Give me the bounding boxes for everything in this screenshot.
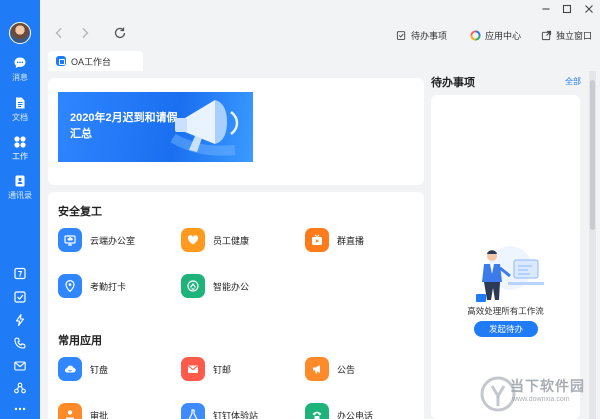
watermark-text: 当下软件园: [510, 378, 585, 394]
org-icon[interactable]: [13, 381, 27, 395]
app-ding-mail[interactable]: 钉邮: [181, 356, 231, 382]
app-approval[interactable]: 审批: [58, 402, 108, 419]
sidebar-item-label: 工作: [12, 152, 28, 161]
app-smart-office[interactable]: 智能办公: [181, 273, 249, 299]
mail-icon: [188, 365, 198, 373]
checkbox-icon[interactable]: [13, 290, 27, 304]
megaphone-icon: [170, 100, 239, 156]
approval-stamp-icon: [66, 410, 74, 419]
todo-description: 高效处理所有工作流: [467, 306, 544, 316]
app-attendance[interactable]: 考勤打卡: [58, 273, 126, 299]
phone-icon: [312, 411, 322, 419]
maximize-button[interactable]: [561, 3, 573, 15]
more-icon[interactable]: [13, 402, 27, 416]
cloud-disk-icon: [64, 365, 76, 373]
forward-button[interactable]: [78, 26, 92, 40]
person-at-desk-illustration: [476, 246, 544, 302]
announcement-banner[interactable]: 2020年2月迟到和请假汇总: [58, 92, 253, 162]
app-announcement[interactable]: 公告: [305, 356, 355, 382]
create-todo-button[interactable]: 发起待办: [474, 321, 538, 337]
refresh-button[interactable]: [113, 26, 127, 40]
megaphone-icon: [313, 365, 320, 374]
smart-office-icon: [187, 280, 199, 292]
minimize-button[interactable]: [540, 3, 552, 15]
edit-checkbox-icon: [396, 30, 406, 40]
workbench-icon: [56, 56, 66, 66]
app-employee-health[interactable]: 员工健康: [181, 227, 249, 253]
heart-icon: [187, 235, 199, 245]
location-pin-icon: [65, 280, 75, 293]
sidebar-item-label: 消息: [12, 73, 28, 82]
cloud-office-icon: [64, 235, 76, 246]
workbench-icon: [14, 136, 26, 148]
standalone-window-link[interactable]: 独立窗口: [541, 28, 592, 42]
flask-icon: [188, 409, 198, 419]
calendar-icon[interactable]: [13, 266, 27, 280]
scrollbar-thumb[interactable]: [590, 80, 595, 230]
section-title-safe-return: 安全复工: [58, 206, 102, 218]
sidebar-item-work[interactable]: 工作: [0, 135, 40, 171]
app-office-phone[interactable]: 办公电话: [305, 402, 373, 419]
sidebar-item-messages[interactable]: 消息: [0, 56, 40, 92]
sidebar-item-label: 文档: [12, 113, 28, 122]
todo-link[interactable]: 待办事项: [396, 28, 447, 42]
back-button[interactable]: [52, 26, 66, 40]
maximize-icon: [562, 4, 572, 14]
minimize-icon: [542, 8, 550, 10]
app-center-link[interactable]: 应用中心: [470, 28, 521, 42]
sidebar-item-label: 通讯录: [8, 191, 32, 200]
app-ding-disk[interactable]: 钉盘: [58, 356, 108, 382]
app-cloud-office[interactable]: 云端办公室: [58, 227, 135, 253]
chevron-left-icon: [55, 28, 62, 38]
todo-view-all-link[interactable]: 全部: [565, 76, 581, 87]
phone-icon[interactable]: [13, 336, 27, 350]
mail-icon[interactable]: [13, 359, 27, 373]
external-window-icon: [541, 30, 552, 40]
app-group-live[interactable]: 群直播: [305, 227, 364, 253]
refresh-icon: [114, 27, 126, 39]
avatar[interactable]: [9, 22, 31, 44]
close-icon: [585, 5, 593, 13]
live-tv-icon: [312, 234, 322, 245]
lightning-icon[interactable]: [13, 313, 27, 327]
app-center-icon: [470, 29, 481, 41]
sidebar-item-contacts[interactable]: 通讯录: [0, 174, 40, 210]
chat-icon: [14, 57, 26, 69]
document-icon: [16, 97, 25, 109]
close-button[interactable]: [583, 3, 595, 15]
contacts-icon: [15, 175, 25, 187]
left-sidebar: 消息 文档 工作 通讯录: [0, 0, 40, 419]
chevron-right-icon: [82, 28, 89, 38]
app-experience-station[interactable]: 钉钉体验站: [181, 402, 258, 419]
tab-oa-workbench[interactable]: OA工作台: [48, 51, 143, 71]
todo-panel-title: 待办事项: [431, 77, 475, 89]
watermark-url: www.downxia.com: [512, 396, 570, 403]
sidebar-item-docs[interactable]: 文档: [0, 96, 40, 132]
section-title-common-apps: 常用应用: [58, 335, 102, 347]
